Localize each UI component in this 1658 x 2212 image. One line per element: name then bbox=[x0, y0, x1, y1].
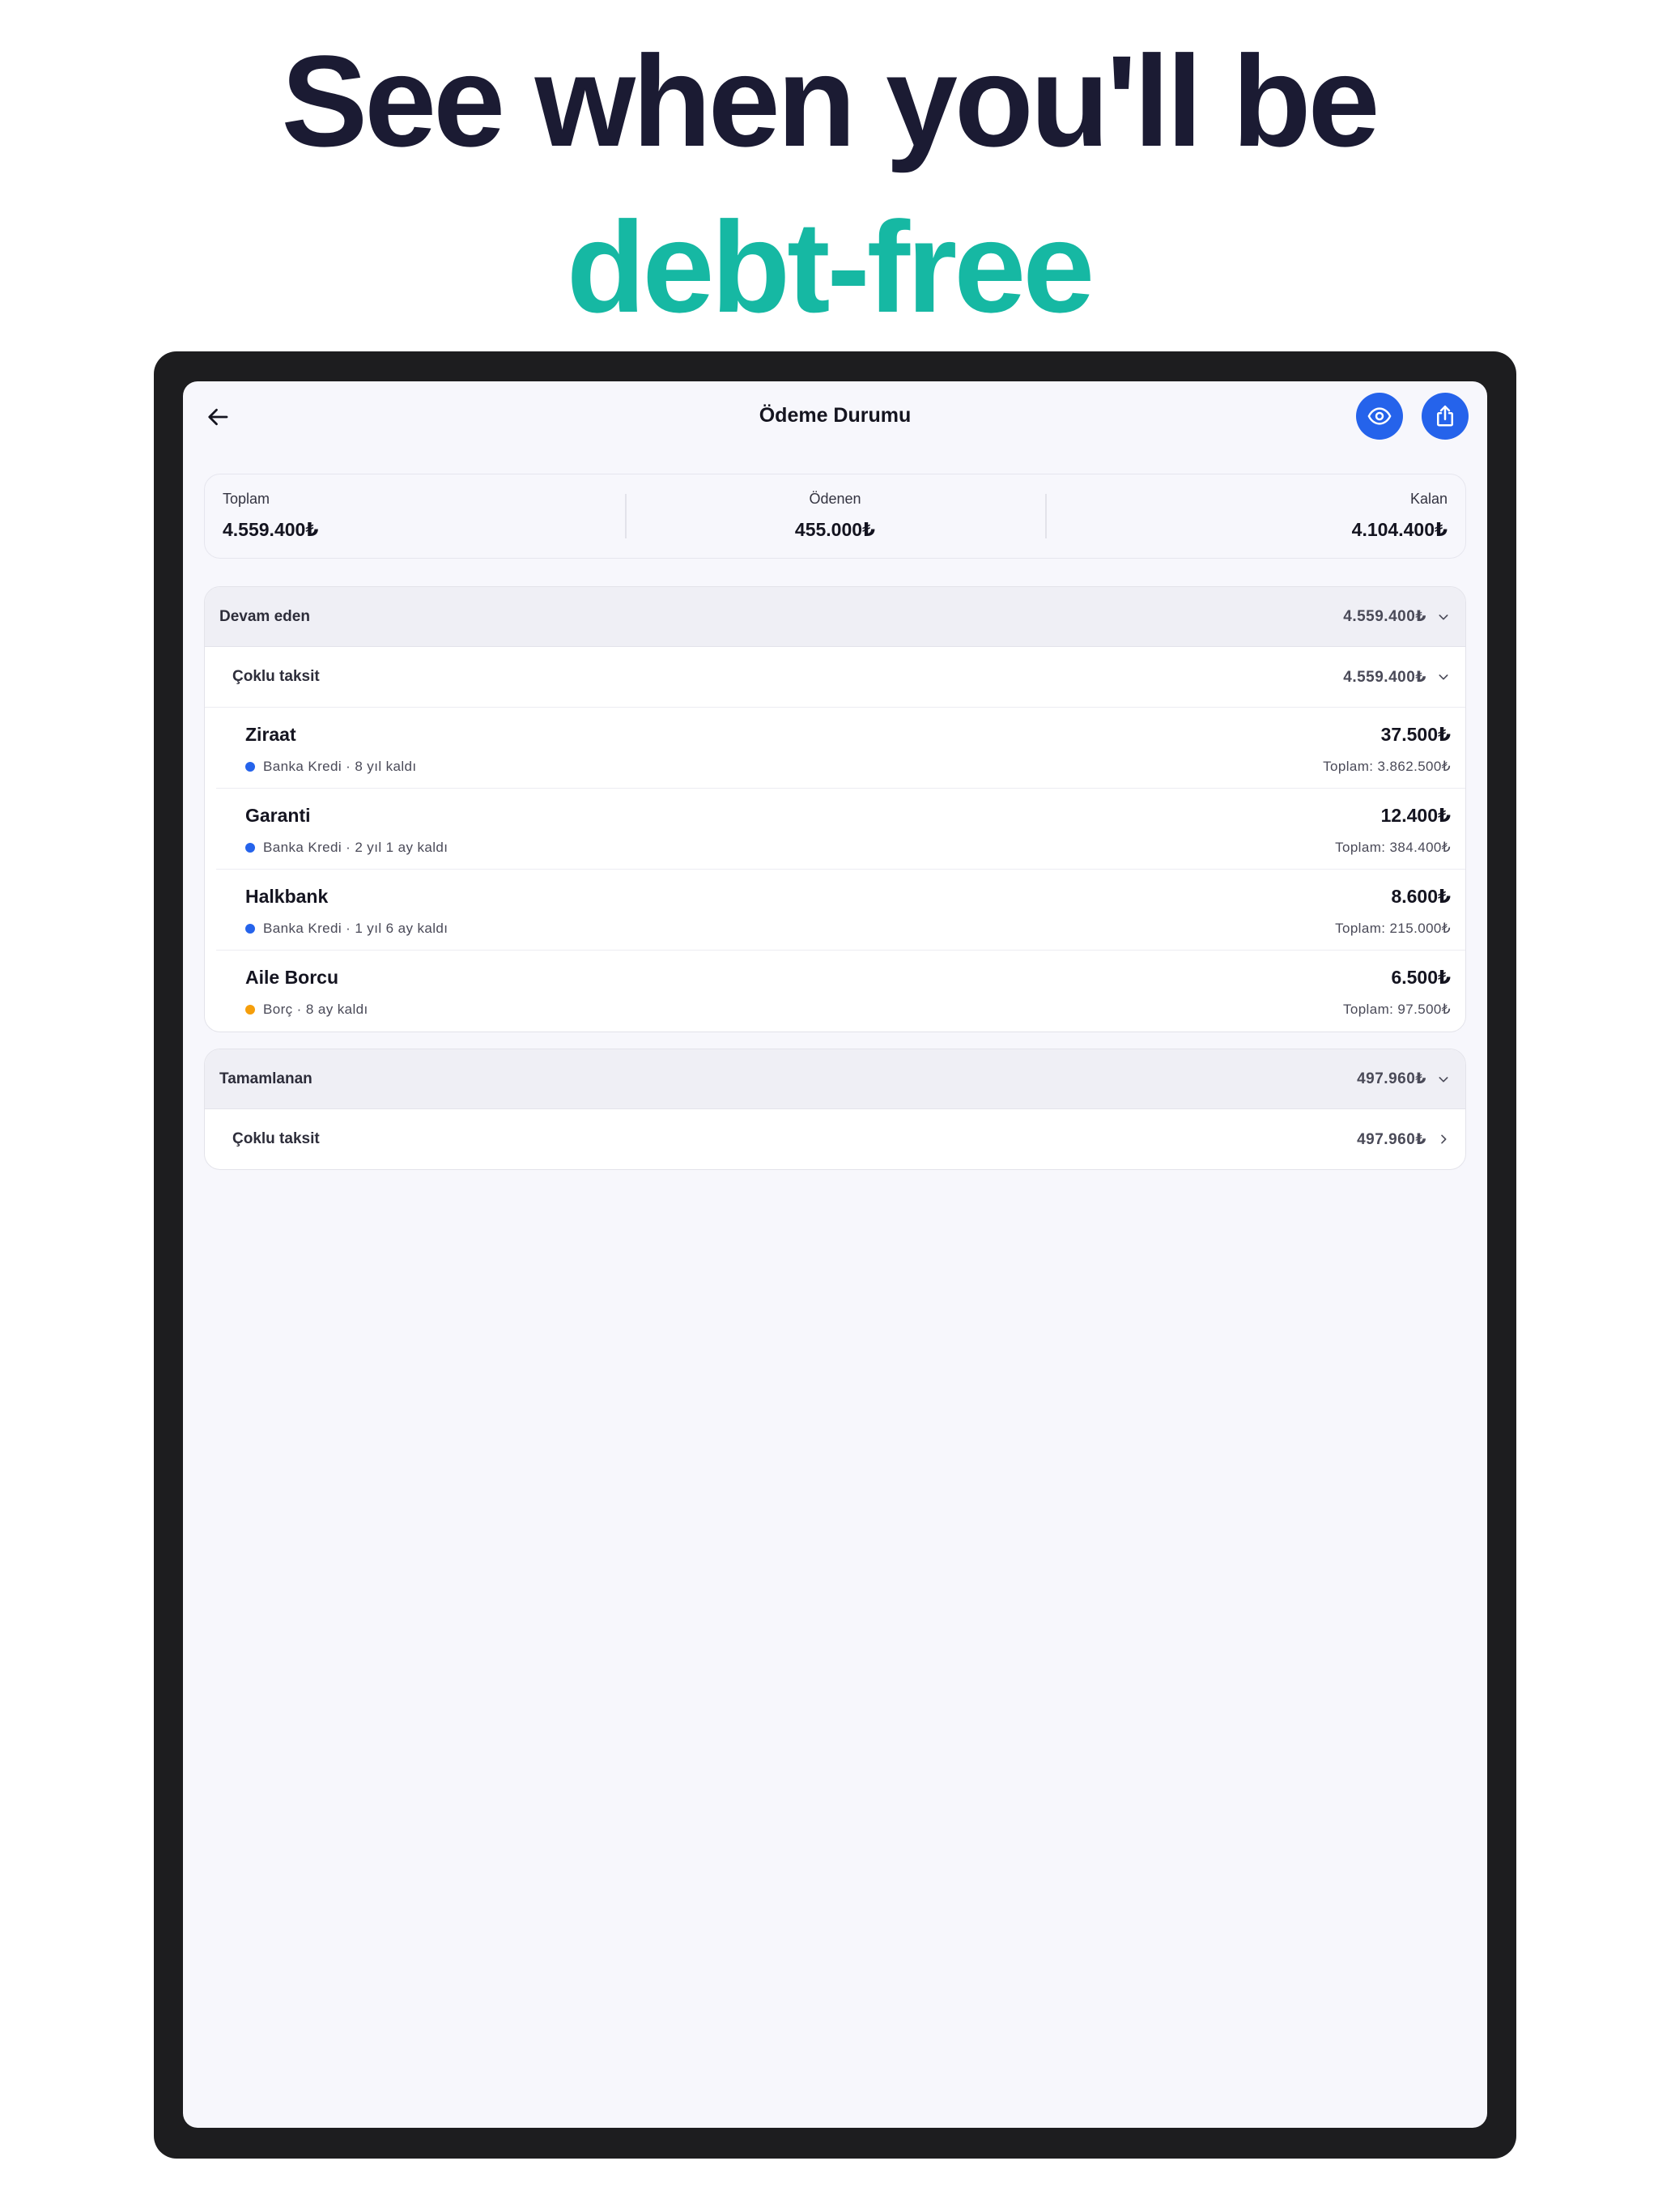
remaining-label: Kalan bbox=[1409, 491, 1448, 507]
completed-row-label: Çoklu taksit bbox=[232, 1130, 320, 1147]
debt-item-aile-borcu[interactable]: Aile Borcu Borç · 8 ay kaldı 6.500₺ Topl… bbox=[216, 951, 1465, 1032]
summary-paid: Ödenen 455.000₺ bbox=[625, 474, 1045, 558]
headline-line-2: debt-free bbox=[566, 194, 1095, 339]
summary-total: Toplam 4.559.400₺ bbox=[205, 474, 625, 558]
debt-meta-text: Borç · 8 ay kaldı bbox=[263, 1002, 368, 1017]
completed-group-amount: 497.960₺ bbox=[1357, 1070, 1426, 1087]
chevron-down-icon bbox=[1436, 610, 1451, 624]
share-button[interactable] bbox=[1422, 393, 1469, 440]
debt-meta: Banka Kredi · 1 yıl 6 ay kaldı bbox=[245, 921, 448, 937]
chevron-down-icon bbox=[1436, 1072, 1451, 1087]
completed-group-label: Tamamlanan bbox=[219, 1070, 312, 1087]
chevron-right-icon bbox=[1436, 1132, 1451, 1146]
bank-loan-dot bbox=[245, 924, 255, 934]
debt-installment: 12.400₺ bbox=[1380, 805, 1451, 826]
bank-loan-dot bbox=[245, 843, 255, 853]
chevron-down-icon bbox=[1436, 670, 1451, 684]
paid-value: 455.000₺ bbox=[794, 519, 876, 540]
debt-meta-text: Banka Kredi · 8 yıl kaldı bbox=[263, 759, 417, 774]
debt-total: Toplam: 3.862.500₺ bbox=[1323, 759, 1451, 774]
total-value: 4.559.400₺ bbox=[223, 519, 319, 540]
page-title: Ödeme Durumu bbox=[759, 404, 912, 427]
debt-meta: Borç · 8 ay kaldı bbox=[245, 1002, 368, 1018]
debt-name: Halkbank bbox=[245, 886, 329, 907]
personal-debt-dot bbox=[245, 1005, 255, 1015]
total-label: Toplam bbox=[223, 491, 270, 507]
active-group-header[interactable]: Devam eden 4.559.400₺ bbox=[205, 587, 1465, 647]
installments-subgroup-header[interactable]: Çoklu taksit 4.559.400₺ bbox=[205, 647, 1465, 708]
active-group-label: Devam eden bbox=[219, 607, 310, 625]
debt-installment: 6.500₺ bbox=[1391, 967, 1451, 988]
debt-meta: Banka Kredi · 8 yıl kaldı bbox=[245, 759, 417, 775]
bank-loan-dot bbox=[245, 762, 255, 772]
debt-name: Garanti bbox=[245, 805, 311, 826]
completed-debts-group: Tamamlanan 497.960₺ Çoklu taksit 497.960… bbox=[204, 1049, 1466, 1170]
share-icon bbox=[1437, 405, 1453, 427]
remaining-value: 4.104.400₺ bbox=[1351, 519, 1448, 540]
app-screen: Ödeme Durumu Toplam 4.559.400₺ Ödenen 45… bbox=[183, 381, 1487, 2128]
debt-item-halkbank[interactable]: Halkbank Banka Kredi · 1 yıl 6 ay kaldı … bbox=[216, 870, 1465, 951]
debt-item-garanti[interactable]: Garanti Banka Kredi · 2 yıl 1 ay kaldı 1… bbox=[216, 789, 1465, 870]
summary-remaining: Kalan 4.104.400₺ bbox=[1045, 474, 1465, 558]
debt-item-ziraat[interactable]: Ziraat Banka Kredi · 8 yıl kaldı 37.500₺… bbox=[216, 708, 1465, 789]
subgroup-amount: 4.559.400₺ bbox=[1343, 668, 1426, 686]
eye-icon bbox=[1367, 407, 1392, 425]
debt-installment: 8.600₺ bbox=[1391, 886, 1451, 907]
debt-meta-text: Banka Kredi · 2 yıl 1 ay kaldı bbox=[263, 840, 449, 855]
completed-group-header[interactable]: Tamamlanan 497.960₺ bbox=[205, 1049, 1465, 1109]
subgroup-label: Çoklu taksit bbox=[232, 668, 320, 685]
completed-row-amount: 497.960₺ bbox=[1357, 1130, 1426, 1148]
nav-bar: Ödeme Durumu bbox=[183, 381, 1487, 453]
debt-name: Ziraat bbox=[245, 724, 296, 745]
paid-label: Ödenen bbox=[809, 491, 861, 507]
debt-installment: 37.500₺ bbox=[1380, 724, 1451, 745]
completed-installments-row[interactable]: Çoklu taksit 497.960₺ bbox=[205, 1109, 1465, 1169]
debt-name: Aile Borcu bbox=[245, 967, 339, 988]
debt-total: Toplam: 215.000₺ bbox=[1335, 921, 1451, 936]
headline-line-1: See when you'll be bbox=[281, 28, 1380, 173]
debt-meta: Banka Kredi · 2 yıl 1 ay kaldı bbox=[245, 840, 448, 856]
summary-card: Toplam 4.559.400₺ Ödenen 455.000₺ Kalan … bbox=[204, 474, 1466, 559]
active-group-amount: 4.559.400₺ bbox=[1343, 608, 1426, 625]
debt-total: Toplam: 97.500₺ bbox=[1342, 1002, 1451, 1017]
active-debts-group: Devam eden 4.559.400₺ Çoklu taksit 4.559… bbox=[204, 586, 1466, 1032]
debt-total: Toplam: 384.400₺ bbox=[1335, 840, 1451, 855]
tablet-frame: Ödeme Durumu Toplam 4.559.400₺ Ödenen 45… bbox=[154, 351, 1516, 2159]
visibility-toggle-button[interactable] bbox=[1356, 393, 1403, 440]
debt-meta-text: Banka Kredi · 1 yıl 6 ay kaldı bbox=[263, 921, 449, 936]
